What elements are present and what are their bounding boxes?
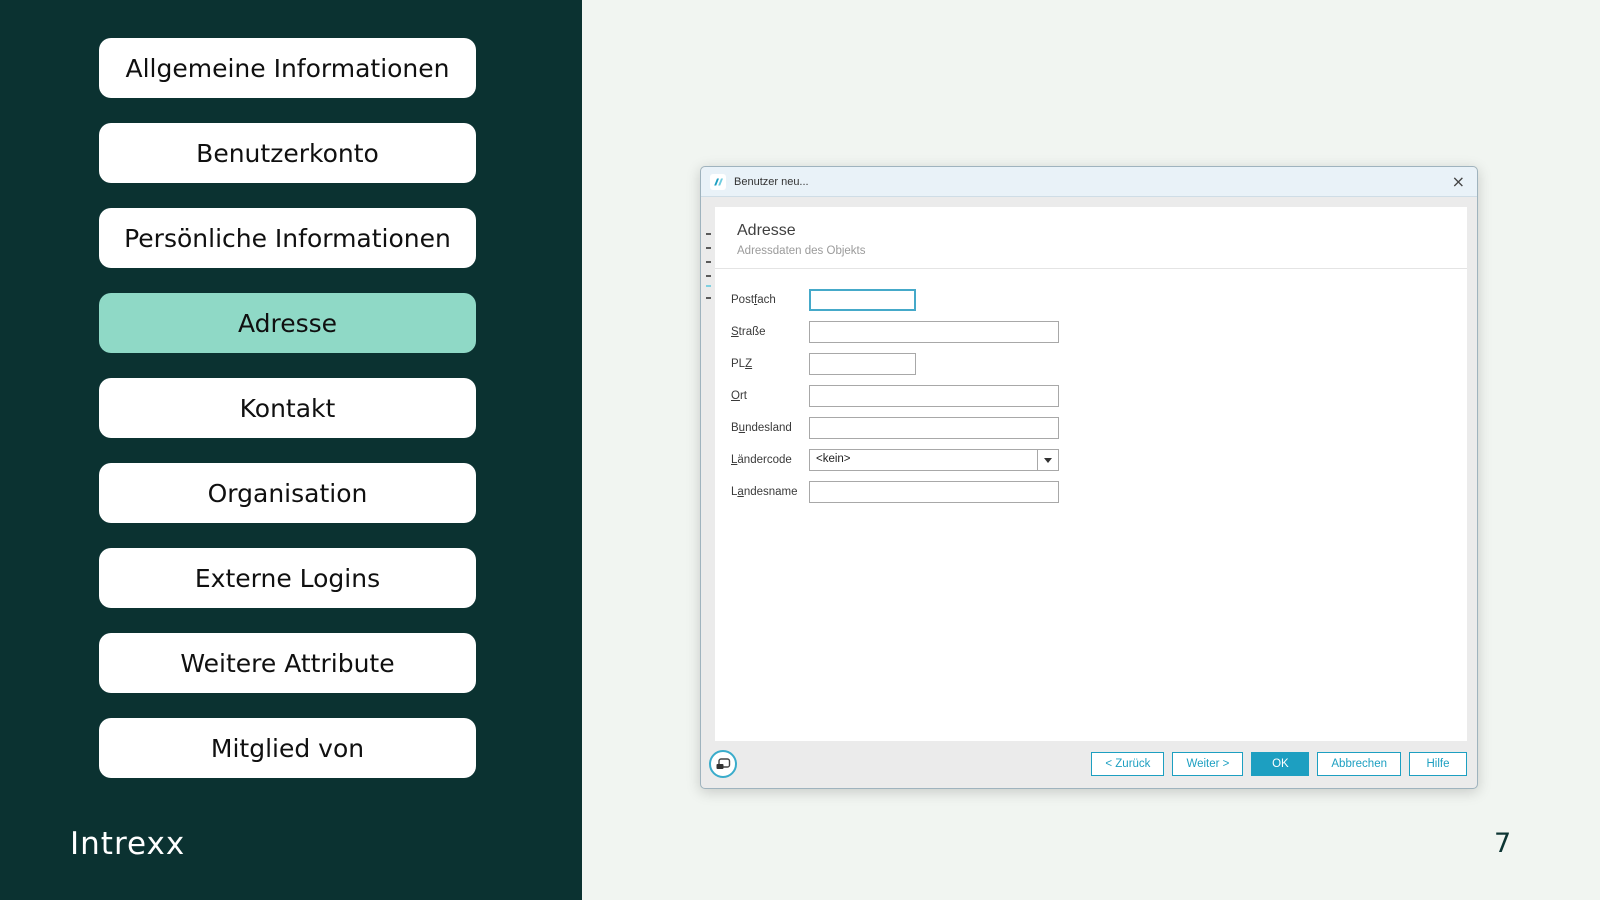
strip-mark <box>706 275 711 277</box>
field-label: Postfach <box>731 294 776 306</box>
dialog-button-bar: < Zurück Weiter > OK Abbrechen Hilfe <box>1091 751 1467 776</box>
abbrechen-button[interactable]: Abbrechen <box>1317 751 1401 776</box>
benutzer-neu-dialog: Benutzer neu... × Adresse Adressdaten de… <box>700 166 1478 789</box>
page-subtitle: Adressdaten des Objekts <box>737 245 866 257</box>
sidebar-item-mitglied-von[interactable]: Mitglied von <box>99 718 476 778</box>
dialog-title: Benutzer neu... <box>734 175 809 188</box>
pin-dialog-button[interactable] <box>709 749 737 778</box>
sidebar-item-kontakt[interactable]: Kontakt <box>99 378 476 438</box>
collapsed-panel-sliver <box>702 199 714 739</box>
field-label: Ländercode <box>731 454 792 466</box>
slide-sidebar: Allgemeine Informationen Benutzerkonto P… <box>0 0 582 900</box>
bundesland-input[interactable] <box>809 417 1059 439</box>
wizard-page-header: Adresse Adressdaten des Objekts <box>715 207 1467 269</box>
sidebar-item-allgemeine-informationen[interactable]: Allgemeine Informationen <box>99 38 476 98</box>
strip-mark <box>706 247 711 249</box>
chevron-down-icon[interactable] <box>1037 450 1058 470</box>
sidebar-nav: Allgemeine Informationen Benutzerkonto P… <box>99 38 476 778</box>
field-label: PLZ <box>731 358 753 370</box>
laendercode-select[interactable]: <kein> <box>809 449 1059 471</box>
address-form: Postfach Straße PLZ Ort Bundesland Lände… <box>731 289 1059 513</box>
button-label: < Zurück <box>1105 757 1151 770</box>
postfach-input[interactable] <box>809 289 916 311</box>
strasse-input[interactable] <box>809 321 1059 343</box>
button-label: Hilfe <box>1426 757 1450 770</box>
dialog-footer: < Zurück Weiter > OK Abbrechen Hilfe <box>701 739 1477 788</box>
sidebar-item-label: Benutzerkonto <box>196 138 379 168</box>
sidebar-item-label: Weitere Attribute <box>180 648 395 678</box>
field-label: Straße <box>731 326 766 338</box>
button-label: Weiter > <box>1186 757 1230 770</box>
sidebar-item-label: Kontakt <box>239 393 336 423</box>
sidebar-item-persoenliche-informationen[interactable]: Persönliche Informationen <box>99 208 476 268</box>
page-title: Adresse <box>737 222 796 239</box>
plz-input[interactable] <box>809 353 916 375</box>
sidebar-item-label: Externe Logins <box>194 563 381 593</box>
sidebar-item-label: Organisation <box>207 478 368 508</box>
field-label: Bundesland <box>731 422 792 434</box>
intrexx-slashes-icon <box>710 173 726 190</box>
sidebar-item-weitere-attribute[interactable]: Weitere Attribute <box>99 633 476 693</box>
form-row: Postfach <box>731 289 1059 311</box>
dialog-titlebar: Benutzer neu... × <box>701 167 1477 197</box>
overlapping-windows-icon <box>716 757 731 769</box>
strip-mark <box>706 233 711 235</box>
combo-selected-value: <kein> <box>816 453 851 465</box>
sidebar-item-externe-logins[interactable]: Externe Logins <box>99 548 476 608</box>
close-icon[interactable]: × <box>1452 173 1465 190</box>
form-row: Ländercode <kein> <box>731 449 1059 471</box>
strip-mark <box>706 297 711 299</box>
slide-page-number: 7 <box>1494 828 1512 859</box>
sidebar-item-organisation[interactable]: Organisation <box>99 463 476 523</box>
sidebar-item-label: Allgemeine Informationen <box>125 53 450 83</box>
button-label: Abbrechen <box>1331 757 1387 770</box>
sidebar-item-label: Mitglied von <box>210 733 365 763</box>
ok-button[interactable]: OK <box>1251 751 1310 776</box>
sidebar-item-label: Adresse <box>237 308 338 338</box>
hilfe-button[interactable]: Hilfe <box>1409 751 1467 776</box>
sidebar-item-benutzerkonto[interactable]: Benutzerkonto <box>99 123 476 183</box>
zurueck-button[interactable]: < Zurück <box>1091 751 1165 776</box>
weiter-button[interactable]: Weiter > <box>1172 751 1244 776</box>
field-label: Ort <box>731 390 747 402</box>
form-row: Landesname <box>731 481 1059 503</box>
form-row: PLZ <box>731 353 1059 375</box>
strip-mark <box>706 285 711 287</box>
form-row: Bundesland <box>731 417 1059 439</box>
sidebar-item-adresse[interactable]: Adresse <box>99 293 476 353</box>
form-row: Ort <box>731 385 1059 407</box>
ort-input[interactable] <box>809 385 1059 407</box>
button-label: OK <box>1272 757 1289 770</box>
wizard-page-panel: Adresse Adressdaten des Objekts Postfach… <box>715 207 1467 741</box>
field-label: Landesname <box>731 486 798 498</box>
sidebar-item-label: Persönliche Informationen <box>124 223 451 253</box>
form-row: Straße <box>731 321 1059 343</box>
landesname-input[interactable] <box>809 481 1059 503</box>
intrexx-logo: Intrexx <box>70 826 186 862</box>
strip-mark <box>706 261 711 263</box>
